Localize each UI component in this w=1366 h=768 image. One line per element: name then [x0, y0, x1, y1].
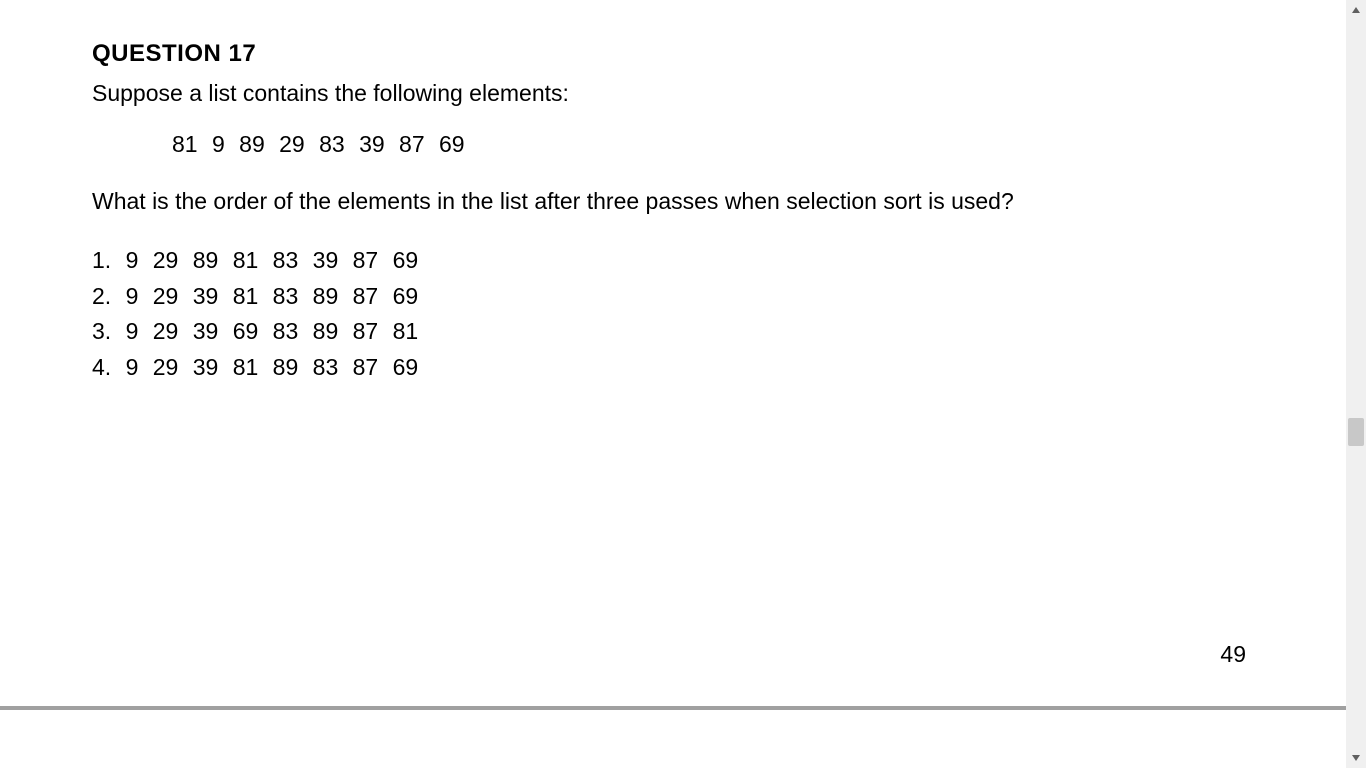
option-4-number: 4. [92, 354, 111, 380]
options-list: 1. 9 29 89 81 83 39 87 69 2. 9 29 39 81 … [92, 243, 1346, 386]
scroll-down-icon[interactable] [1346, 748, 1366, 768]
option-3-number: 3. [92, 318, 111, 344]
option-2: 2. 9 29 39 81 83 89 87 69 [92, 279, 1346, 315]
option-3-values: 9 29 39 69 83 89 87 81 [126, 318, 419, 344]
page-divider [0, 706, 1346, 710]
option-3: 3. 9 29 39 69 83 89 87 81 [92, 314, 1346, 350]
option-4: 4. 9 29 39 81 89 83 87 69 [92, 350, 1346, 386]
option-1-values: 9 29 89 81 83 39 87 69 [126, 247, 419, 273]
page-number: 49 [1220, 641, 1246, 668]
option-2-values: 9 29 39 81 83 89 87 69 [126, 283, 419, 309]
option-2-number: 2. [92, 283, 111, 309]
scrollbar-thumb[interactable] [1348, 418, 1364, 446]
question-intro: Suppose a list contains the following el… [92, 80, 1346, 107]
question-title: QUESTION 17 [92, 40, 1346, 68]
option-1: 1. 9 29 89 81 83 39 87 69 [92, 243, 1346, 279]
option-4-values: 9 29 39 81 89 83 87 69 [126, 354, 419, 380]
list-elements: 81 9 89 29 83 39 87 69 [92, 131, 1346, 158]
document-page: QUESTION 17 Suppose a list contains the … [0, 0, 1346, 768]
question-prompt: What is the order of the elements in the… [92, 188, 1346, 215]
vertical-scrollbar[interactable] [1346, 0, 1366, 768]
scroll-up-icon[interactable] [1346, 0, 1366, 20]
scrollbar-track[interactable] [1346, 20, 1366, 748]
option-1-number: 1. [92, 247, 111, 273]
